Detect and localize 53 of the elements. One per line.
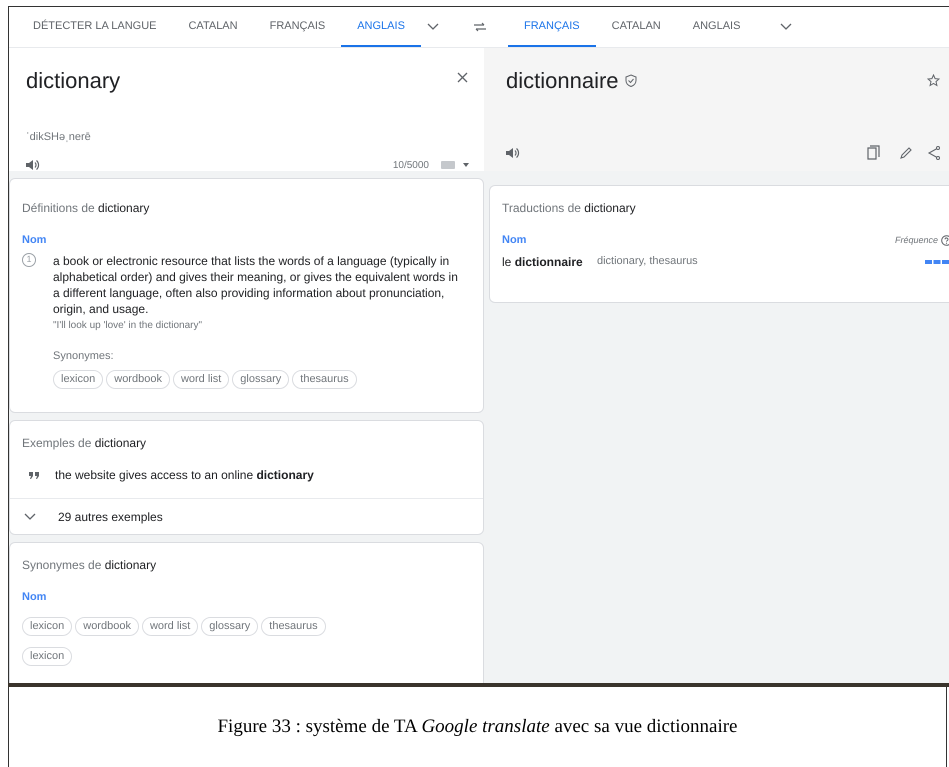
synonym-chip[interactable]: glossary — [201, 616, 258, 636]
back-translations: dictionary, thesaurus — [597, 254, 698, 270]
synonym-chip[interactable]: lexicon — [22, 616, 72, 636]
card-title: Exemples de dictionary — [22, 435, 148, 452]
card-title: Définitions de dictionary — [22, 200, 150, 217]
language-tab[interactable]: FRANÇAIS — [254, 7, 342, 47]
translation-word[interactable]: le dictionnaire — [502, 252, 587, 270]
chevron-down-icon[interactable] — [426, 23, 439, 31]
speaker-icon[interactable] — [26, 159, 40, 171]
help-icon[interactable] — [941, 234, 949, 246]
synonym-chip[interactable]: wordbook — [106, 370, 170, 389]
language-tab[interactable]: CATALAN — [172, 7, 254, 47]
speaker-icon[interactable] — [506, 146, 520, 158]
synonym-chip[interactable]: lexicon — [53, 370, 104, 389]
more-examples-button[interactable]: 29 autres exemples — [10, 499, 483, 534]
phonetic-text: ˈdikSHəˌnerē — [26, 130, 91, 145]
synonym-chip[interactable]: lexicon — [22, 646, 72, 666]
language-tab[interactable]: ANGLAIS — [676, 7, 756, 47]
example-sentence: the website gives access to an online dictionary — [55, 467, 314, 484]
language-tab[interactable]: CATALAN — [596, 7, 677, 47]
chevron-down-icon[interactable] — [780, 23, 792, 31]
shield-check-icon — [624, 74, 637, 87]
copy-icon[interactable] — [867, 145, 880, 160]
part-of-speech: Nom — [502, 233, 526, 248]
pencil-icon[interactable] — [900, 146, 913, 159]
swap-icon[interactable] — [474, 22, 486, 32]
synonym-chip[interactable]: glossary — [232, 370, 290, 389]
definition-text: a book or electronic resource that lists the words of a language (typically in alphabetical order) and gives their meaning, or gives the equivalent words in a different language, often also providing information about pronunciation, origin, and usage. — [53, 252, 459, 316]
character-count: 10/5000 — [392, 158, 429, 172]
chevron-down-icon[interactable] — [24, 512, 36, 520]
part-of-speech: Nom — [22, 233, 48, 248]
language-tab[interactable]: DÉTECTER LA LANGUE — [17, 7, 172, 47]
part-of-speech: Nom — [22, 590, 48, 605]
star-icon[interactable] — [927, 74, 940, 87]
language-tab[interactable]: ANGLAIS — [341, 7, 421, 47]
synonym-chip[interactable]: thesaurus — [261, 616, 326, 636]
synonym-chip[interactable]: wordbook — [75, 616, 139, 636]
source-text-field[interactable]: dictionary — [26, 64, 120, 97]
synonyms-label: Synonymes: — [53, 348, 115, 364]
card-title: Synonymes de dictionary — [22, 557, 158, 574]
caret-icon[interactable] — [463, 163, 469, 167]
example-quote: "I'll look up 'love' in the dictionary" — [53, 318, 204, 332]
card-title: Traductions de dictionary — [502, 200, 637, 217]
frequency-label: Fréquence — [894, 234, 938, 247]
figure-caption: Figure 33 : système de TA Google translate avec sa vue dictionnaire — [217, 714, 738, 739]
share-icon[interactable] — [927, 146, 940, 160]
synonym-chip[interactable]: thesaurus — [292, 370, 357, 389]
quote-icon — [29, 472, 39, 478]
synonym-chip[interactable]: word list — [142, 616, 198, 636]
close-icon[interactable] — [457, 72, 468, 83]
translation-text: dictionnaire — [506, 67, 619, 95]
synonym-chip[interactable]: word list — [172, 370, 230, 389]
sense-number: 1 — [22, 252, 36, 266]
